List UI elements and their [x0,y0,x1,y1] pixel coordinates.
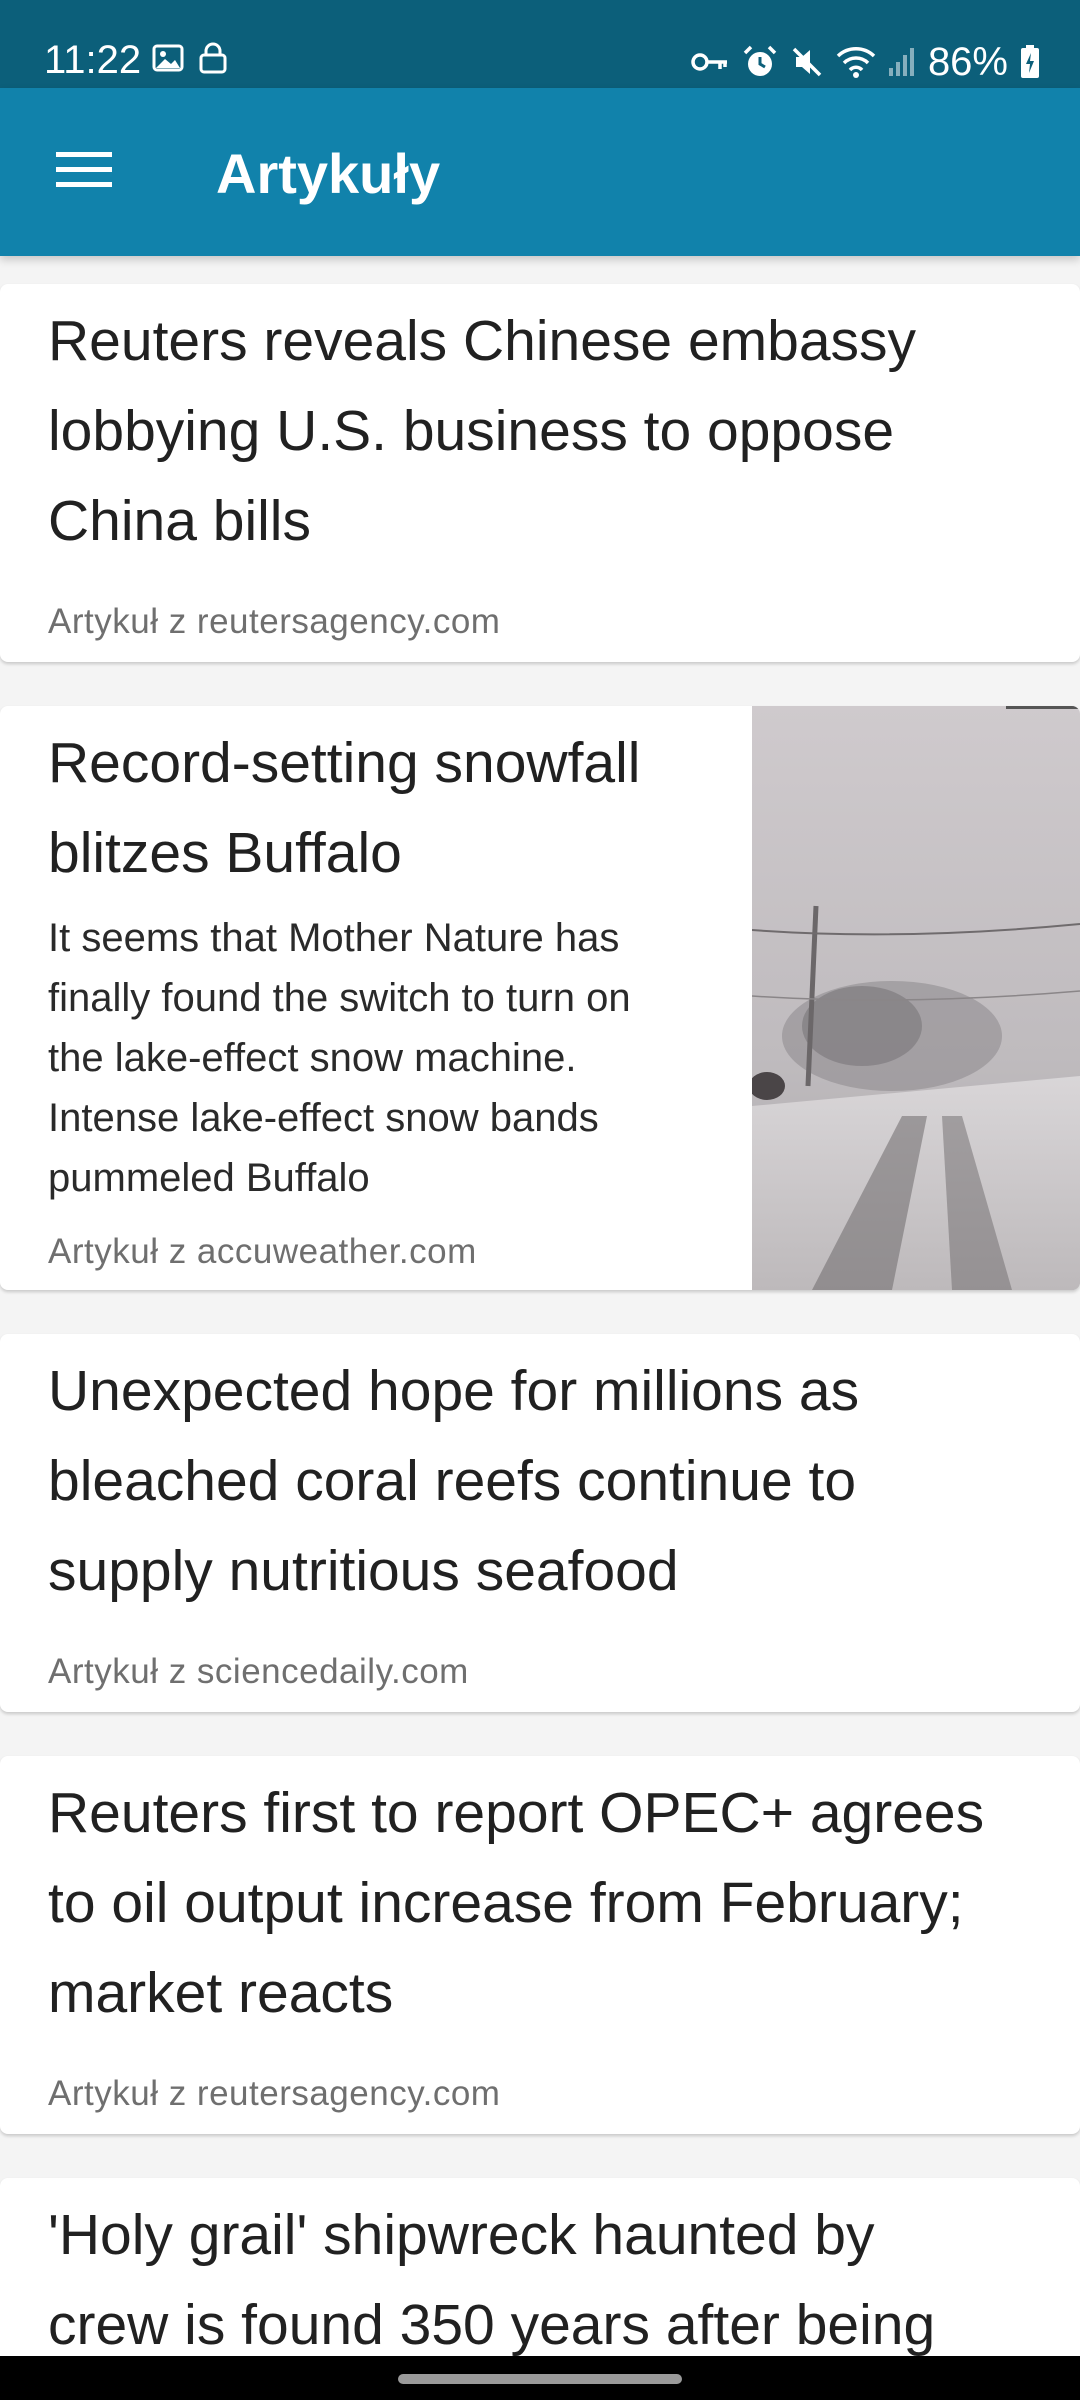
article-card[interactable]: Reuters reveals Chinese embassy lobbying… [0,284,1080,662]
article-title: Reuters first to report OPEC+ agrees to … [48,1781,985,2025]
article-source: Artykuł z reutersagency.com [48,602,501,641]
article-source: Artykuł z sciencedaily.com [48,1652,469,1691]
vpn-key-icon [690,46,730,78]
status-time: 11:22 [44,38,142,82]
lock-icon [198,42,228,74]
battery-charging-icon [1020,45,1040,79]
article-snippet: It seems that Mother Nature has finally … [48,916,631,1200]
article-card[interactable]: Record-setting snowfall blitzes Buffalo … [0,706,1080,1290]
article-title: Unexpected hope for millions as bleached… [48,1359,860,1603]
article-thumbnail [752,706,1080,1290]
app-bar: Artykuły [0,88,1080,256]
status-bar: 11:22 86% [0,0,1080,88]
image-icon [152,42,184,74]
article-source: Artykuł z accuweather.com [48,1232,477,1271]
article-title: 'Holy grail' shipwreck haunted by crew i… [48,2203,936,2356]
alarm-icon [742,44,778,80]
article-card[interactable]: Reuters first to report OPEC+ agrees to … [0,1756,1080,2134]
article-feed[interactable]: Reuters reveals Chinese embassy lobbying… [0,256,1080,2356]
hamburger-menu-icon [56,148,112,197]
article-title: Reuters reveals Chinese embassy lobbying… [48,309,917,553]
article-card[interactable]: 'Holy grail' shipwreck haunted by crew i… [0,2178,1080,2356]
page-title: Artykuły [216,142,441,205]
wifi-icon [836,45,876,79]
mute-icon [790,45,824,79]
navigation-bar [0,2356,1080,2400]
battery-percent: 86% [927,40,1008,84]
menu-button[interactable] [36,132,132,212]
article-source: Artykuł z reutersagency.com [48,2074,501,2113]
home-gesture-handle[interactable] [398,2374,682,2384]
article-card[interactable]: Unexpected hope for millions as bleached… [0,1334,1080,1712]
article-title: Record-setting snowfall blitzes Buffalo [48,731,641,885]
signal-icon [888,46,916,78]
